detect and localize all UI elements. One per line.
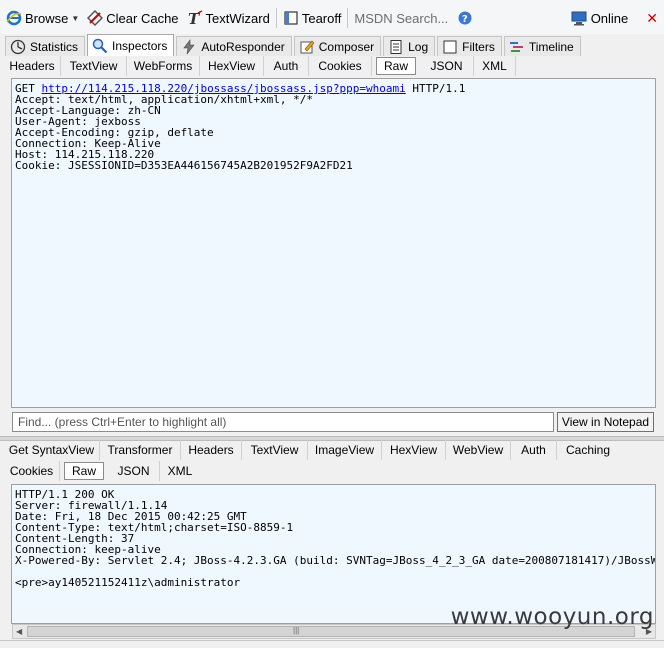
tab-inspectors-label: Inspectors — [112, 38, 168, 53]
tab-autoresponder[interactable]: AutoResponder — [176, 36, 292, 56]
chevron-down-icon[interactable]: ▼ — [71, 14, 79, 23]
browse-label: Browse — [25, 10, 69, 26]
tearoff-label: Tearoff — [301, 10, 342, 26]
clear-cache-button[interactable]: Clear Cache — [83, 4, 182, 32]
request-inspector-tabs: Headers TextView WebForms HexView Auth C… — [4, 56, 516, 76]
textwizard-label: TextWizard — [205, 10, 270, 26]
tab-request-raw[interactable]: Raw — [376, 57, 416, 75]
tab-response-auth[interactable]: Auth — [511, 440, 557, 460]
tab-get-syntaxview[interactable]: Get SyntaxView — [4, 440, 100, 460]
tab-response-cookies[interactable]: Cookies — [4, 461, 60, 481]
tab-response-raw[interactable]: Raw — [64, 462, 104, 480]
response-inspector-tabs-row1: Get SyntaxView Transformer Headers TextV… — [4, 440, 619, 460]
watermark: www.wooyun.org — [450, 604, 654, 630]
browse-button[interactable]: Browse ▼ — [2, 4, 83, 32]
request-header-line: Cookie: JSESSIONID=D353EA446156745A2B201… — [15, 159, 353, 172]
tab-inspectors[interactable]: Inspectors — [87, 34, 175, 56]
bottom-status-strip — [0, 640, 664, 648]
tab-statistics-label: Statistics — [30, 39, 79, 54]
response-inspector-tabs-row2: Cookies Raw JSON XML — [4, 461, 200, 481]
tab-response-json[interactable]: JSON — [108, 461, 160, 481]
tab-response-textview[interactable]: TextView — [242, 440, 308, 460]
scroll-left-arrow-icon[interactable]: ◀ — [16, 627, 22, 636]
response-raw-pane[interactable]: HTTP/1.1 200 OK Server: firewall/1.1.14 … — [11, 484, 656, 624]
request-protocol: HTTP/1.1 — [405, 82, 466, 95]
tab-autoresponder-label: AutoResponder — [201, 39, 285, 54]
svg-text:?: ? — [462, 14, 468, 25]
tab-log[interactable]: Log — [383, 36, 436, 56]
toolbar-right: Online ✕ — [571, 0, 660, 36]
inspectors-icon — [92, 38, 108, 54]
tab-request-xml[interactable]: XML — [474, 56, 516, 76]
tab-response-headers[interactable]: Headers — [181, 440, 242, 460]
help-icon[interactable]: ? — [458, 11, 472, 25]
tab-request-json[interactable]: JSON — [420, 56, 474, 76]
composer-icon — [299, 39, 315, 55]
clear-cache-label: Clear Cache — [106, 10, 179, 26]
main-toolbar: Browse ▼ Clear Cache T TextWizard Tearof… — [0, 0, 664, 36]
tab-response-caching[interactable]: Caching — [557, 440, 619, 460]
request-raw-pane[interactable]: GET http://114.215.118.220/jbossass/jbos… — [11, 78, 656, 408]
tab-composer[interactable]: Composer — [293, 36, 382, 56]
tab-statistics[interactable]: Statistics — [5, 36, 86, 56]
tab-request-auth[interactable]: Auth — [264, 56, 309, 76]
tab-request-hexview[interactable]: HexView — [200, 56, 264, 76]
textwizard-button[interactable]: T TextWizard — [183, 4, 274, 32]
log-icon — [388, 39, 404, 55]
scrollbar-grip-icon: ||| — [293, 626, 300, 635]
tab-response-xml[interactable]: XML — [160, 461, 200, 481]
toolbar-divider — [347, 8, 349, 28]
tab-timeline[interactable]: Timeline — [503, 36, 581, 56]
online-icon — [571, 10, 587, 26]
tab-response-webview[interactable]: WebView — [446, 440, 511, 460]
view-in-notepad-button[interactable]: View in Notepad — [557, 412, 654, 432]
statistics-icon — [10, 39, 26, 55]
tab-response-transformer[interactable]: Transformer — [100, 440, 181, 460]
tab-response-imageview[interactable]: ImageView — [308, 440, 382, 460]
lightning-icon — [181, 38, 197, 55]
online-label[interactable]: Online — [591, 11, 629, 26]
response-line: <pre>ay140521152411z\administrator — [15, 576, 241, 589]
main-tab-bar: Statistics Inspectors AutoResponder Comp… — [0, 34, 664, 56]
tab-request-headers[interactable]: Headers — [4, 56, 61, 76]
internet-explorer-icon — [6, 10, 22, 26]
tab-filters[interactable]: Filters — [437, 36, 502, 56]
tab-log-label: Log — [408, 39, 429, 54]
tab-composer-label: Composer — [318, 39, 375, 54]
tab-filters-label: Filters — [462, 39, 495, 54]
tab-response-hexview[interactable]: HexView — [382, 440, 446, 460]
close-icon[interactable]: ✕ — [646, 10, 658, 27]
tearoff-button[interactable]: Tearoff — [279, 4, 346, 32]
tearoff-icon — [283, 10, 299, 26]
filters-checkbox-icon — [442, 39, 458, 55]
tab-request-textview[interactable]: TextView — [61, 56, 127, 76]
toolbar-divider — [275, 8, 277, 28]
timeline-icon — [509, 39, 525, 55]
clear-cache-icon — [87, 9, 104, 27]
tab-timeline-label: Timeline — [528, 39, 574, 54]
msdn-search-input[interactable]: MSDN Search... — [350, 11, 452, 26]
tab-request-cookies[interactable]: Cookies — [309, 56, 372, 76]
find-input[interactable]: Find... (press Ctrl+Enter to highlight a… — [12, 412, 554, 432]
textwizard-icon: T — [187, 10, 203, 28]
response-line: X-Powered-By: Servlet 2.4; JBoss-4.2.3.G… — [15, 554, 656, 567]
tab-request-webforms[interactable]: WebForms — [127, 56, 200, 76]
